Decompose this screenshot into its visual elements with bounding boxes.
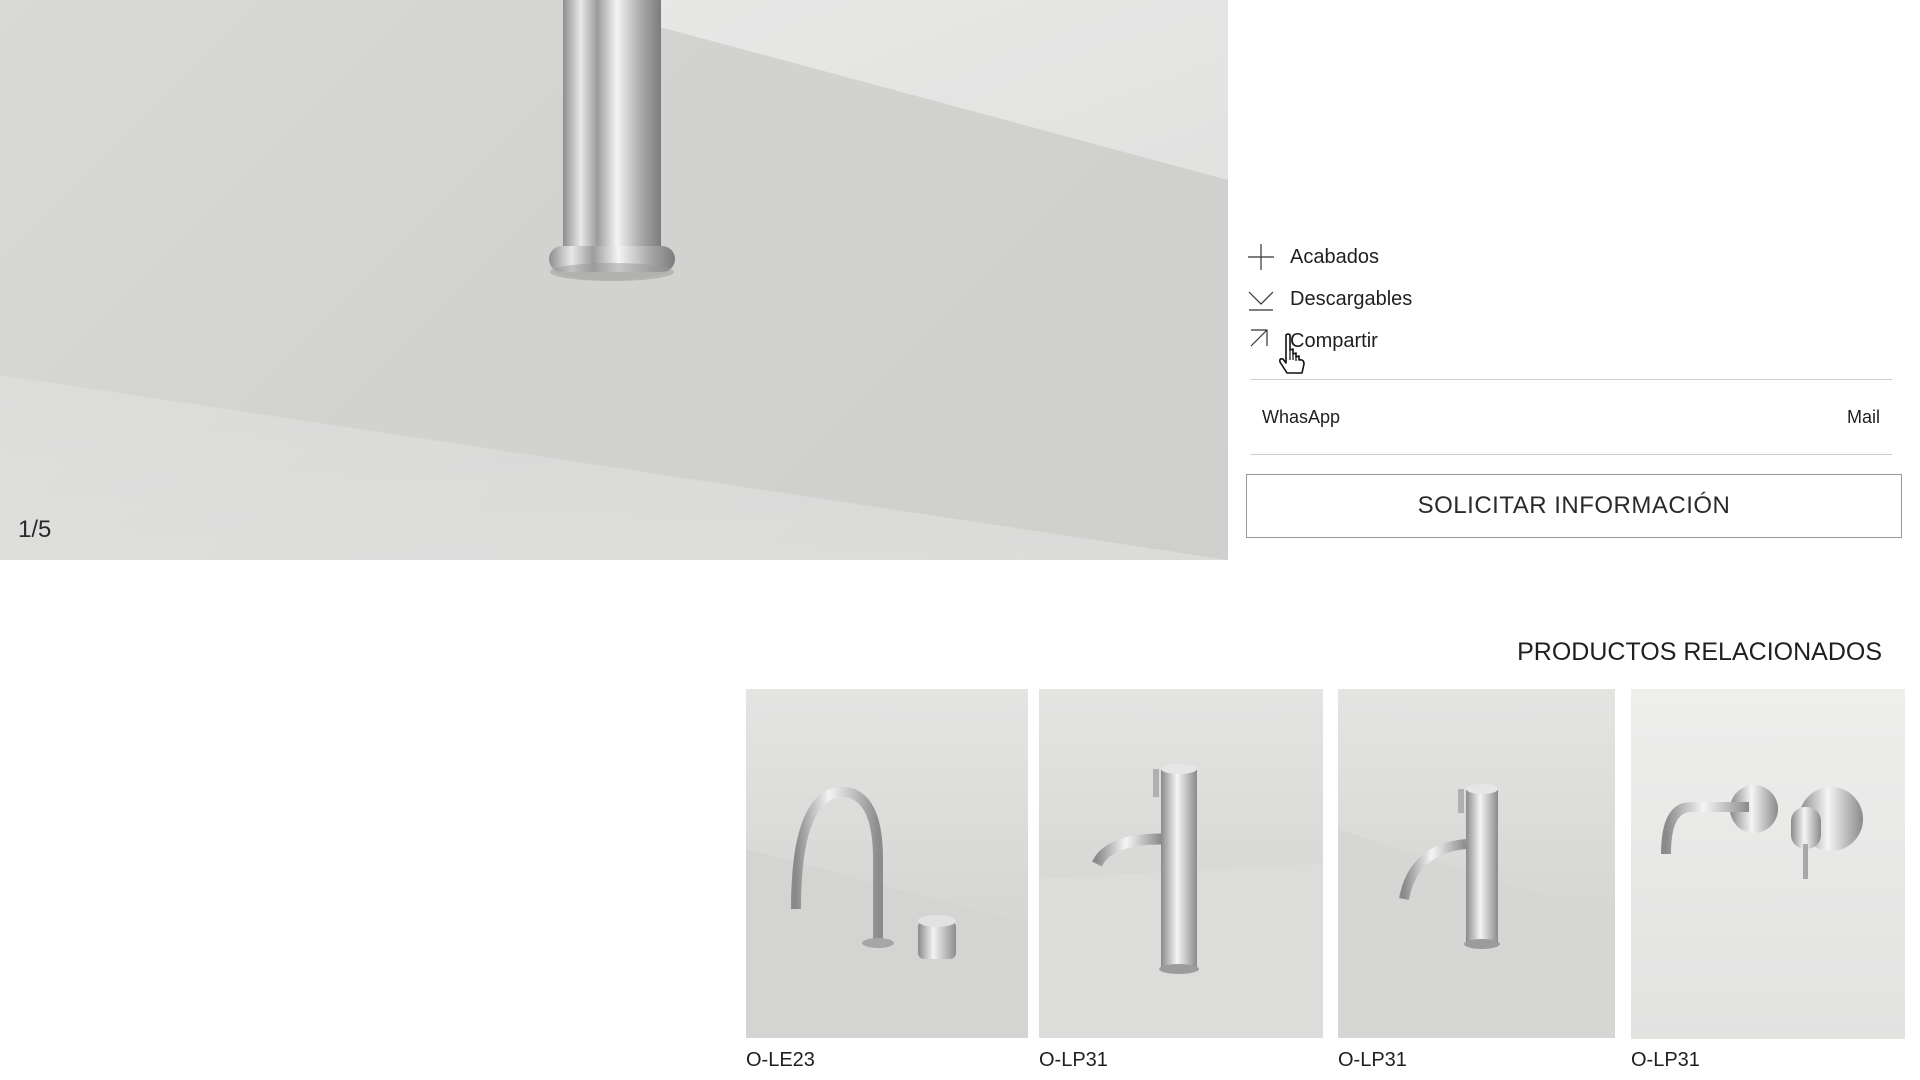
action-acabados[interactable]: Acabados (1246, 236, 1906, 278)
share-whatsapp-link[interactable]: WhasApp (1250, 407, 1352, 428)
plus-icon (1246, 242, 1290, 272)
share-options: WhasApp Mail (1250, 379, 1892, 455)
product-actions: Acabados Descargables Compartir (1246, 236, 1906, 362)
action-compartir[interactable]: Compartir (1246, 320, 1906, 362)
product-thumbnail (1039, 689, 1323, 1038)
related-products-title: PRODUCTOS RELACIONADOS (1517, 638, 1882, 666)
product-name: O-LP31 (1039, 1049, 1108, 1071)
faucet-thumbnail-icon (746, 786, 1028, 1038)
request-info-button[interactable]: SOLICITAR INFORMACIÓN (1246, 474, 1902, 538)
product-name: O-LE23 (746, 1049, 815, 1071)
faucet-thumbnail-icon (1039, 764, 1323, 1038)
faucet-illustration (549, 0, 675, 281)
related-product-card[interactable]: O-LP31 (1631, 689, 1905, 1071)
action-descargables[interactable]: Descargables (1246, 278, 1906, 320)
share-mail-link[interactable]: Mail (1835, 407, 1892, 428)
action-label: Descargables (1290, 287, 1413, 310)
action-label: Acabados (1290, 245, 1379, 268)
product-name: O-LP31 (1631, 1049, 1700, 1071)
product-thumbnail (1631, 689, 1905, 1039)
related-product-card[interactable]: O-LP31 (1039, 689, 1323, 1071)
hand-pointer-icon (1279, 333, 1305, 374)
faucet-thumbnail-icon (1338, 784, 1615, 1038)
product-name: O-LP31 (1338, 1049, 1407, 1071)
product-image[interactable]: 1/5 (0, 0, 1228, 560)
related-product-card[interactable]: O-LE23 (746, 689, 1028, 1071)
product-thumbnail (746, 689, 1028, 1038)
image-counter: 1/5 (18, 516, 52, 543)
faucet-thumbnail-icon (1661, 785, 1863, 879)
download-icon (1246, 284, 1290, 314)
related-product-card[interactable]: O-LP31 (1338, 689, 1615, 1071)
product-thumbnail (1338, 689, 1615, 1038)
